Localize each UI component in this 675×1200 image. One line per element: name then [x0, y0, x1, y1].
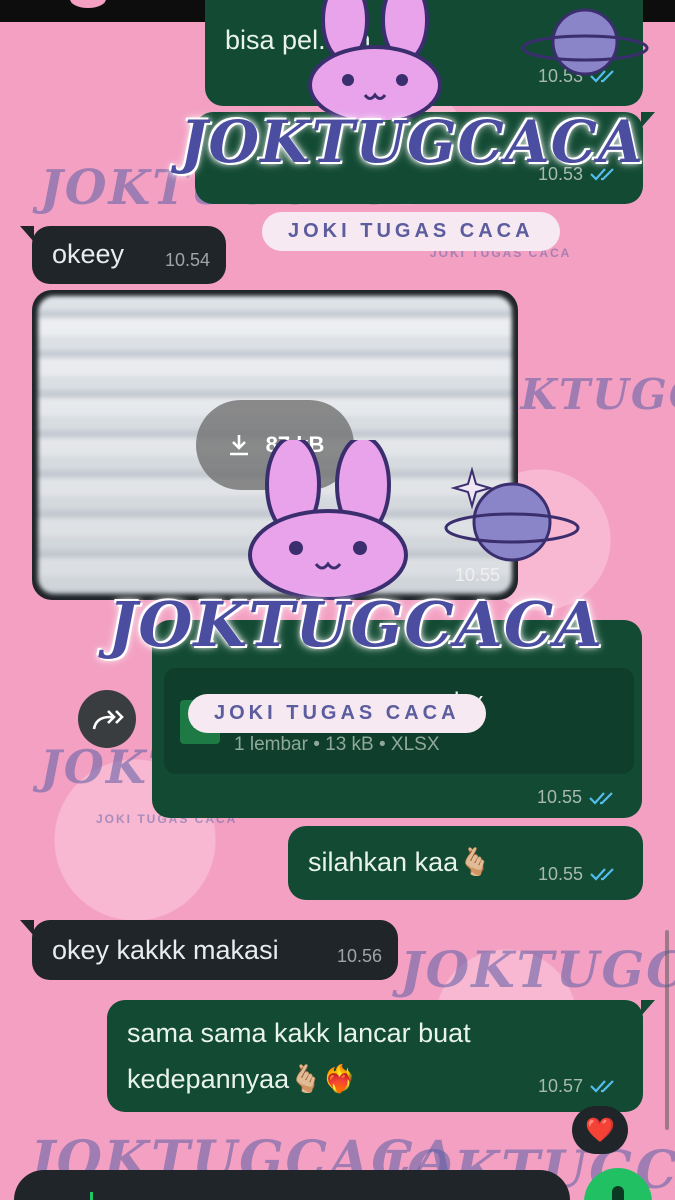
planet-logo-icon	[444, 466, 580, 562]
message-text: okeey	[52, 239, 125, 269]
double-check-icon	[589, 791, 613, 805]
message-time: 10.57	[537, 1076, 583, 1096]
reaction-emoji: ❤️	[585, 1116, 615, 1144]
message-bubble-outgoing[interactable]: silahkan kaa🫰🏼 10.55	[288, 826, 643, 900]
brand-tagline-pill: JOKI TUGAS CACA	[188, 694, 486, 733]
double-check-icon	[590, 868, 614, 881]
brand-logo-text: JOKTUGCACA	[108, 588, 604, 661]
wallpaper-brand-text: JOKTUGCACA	[400, 940, 675, 999]
brand-logo-text: JOKTUGCACA	[180, 108, 644, 176]
forward-button[interactable]	[78, 690, 136, 748]
mic-button[interactable]	[584, 1168, 652, 1200]
document-details: 1 lembar • 13 kB • XLSX	[234, 734, 440, 755]
message-time: 10.55	[536, 787, 582, 807]
message-time: 10.55	[537, 864, 583, 884]
mic-icon	[612, 1186, 624, 1200]
double-check-icon	[590, 1080, 614, 1093]
message-meta: 10.56	[337, 936, 382, 976]
message-reaction[interactable]: ❤️	[572, 1106, 628, 1154]
bunny-logo-icon	[308, 0, 442, 120]
message-text: silahkan kaa🫰🏼	[308, 847, 492, 877]
message-text: okey kakkk makasi	[52, 935, 279, 965]
scrollbar[interactable]	[665, 930, 669, 1130]
message-time: 10.54	[164, 250, 210, 270]
message-meta: 10.55	[537, 787, 620, 808]
message-meta: 10.55	[538, 854, 621, 894]
message-bubble-outgoing[interactable]: sama sama kakk lancar buat kedepannyaa🫰🏼…	[107, 1000, 655, 1112]
message-meta: 10.57	[538, 1066, 621, 1106]
message-bubble-incoming[interactable]: okeey 10.54	[20, 226, 226, 284]
text-cursor	[90, 1192, 93, 1200]
message-text: sama sama kakk lancar buat kedepannyaa🫰🏼…	[127, 1018, 471, 1094]
message-input[interactable]	[14, 1170, 570, 1200]
bunny-logo-icon	[248, 440, 408, 600]
message-bubble-incoming[interactable]: okey kakkk makasi 10.56	[20, 920, 398, 980]
forward-icon	[92, 710, 124, 730]
planet-logo-icon	[521, 8, 649, 76]
brand-tagline-pill: JOKI TUGAS CACA	[262, 212, 560, 251]
message-meta: 10.54	[165, 240, 210, 280]
message-time: 10.56	[336, 946, 382, 966]
